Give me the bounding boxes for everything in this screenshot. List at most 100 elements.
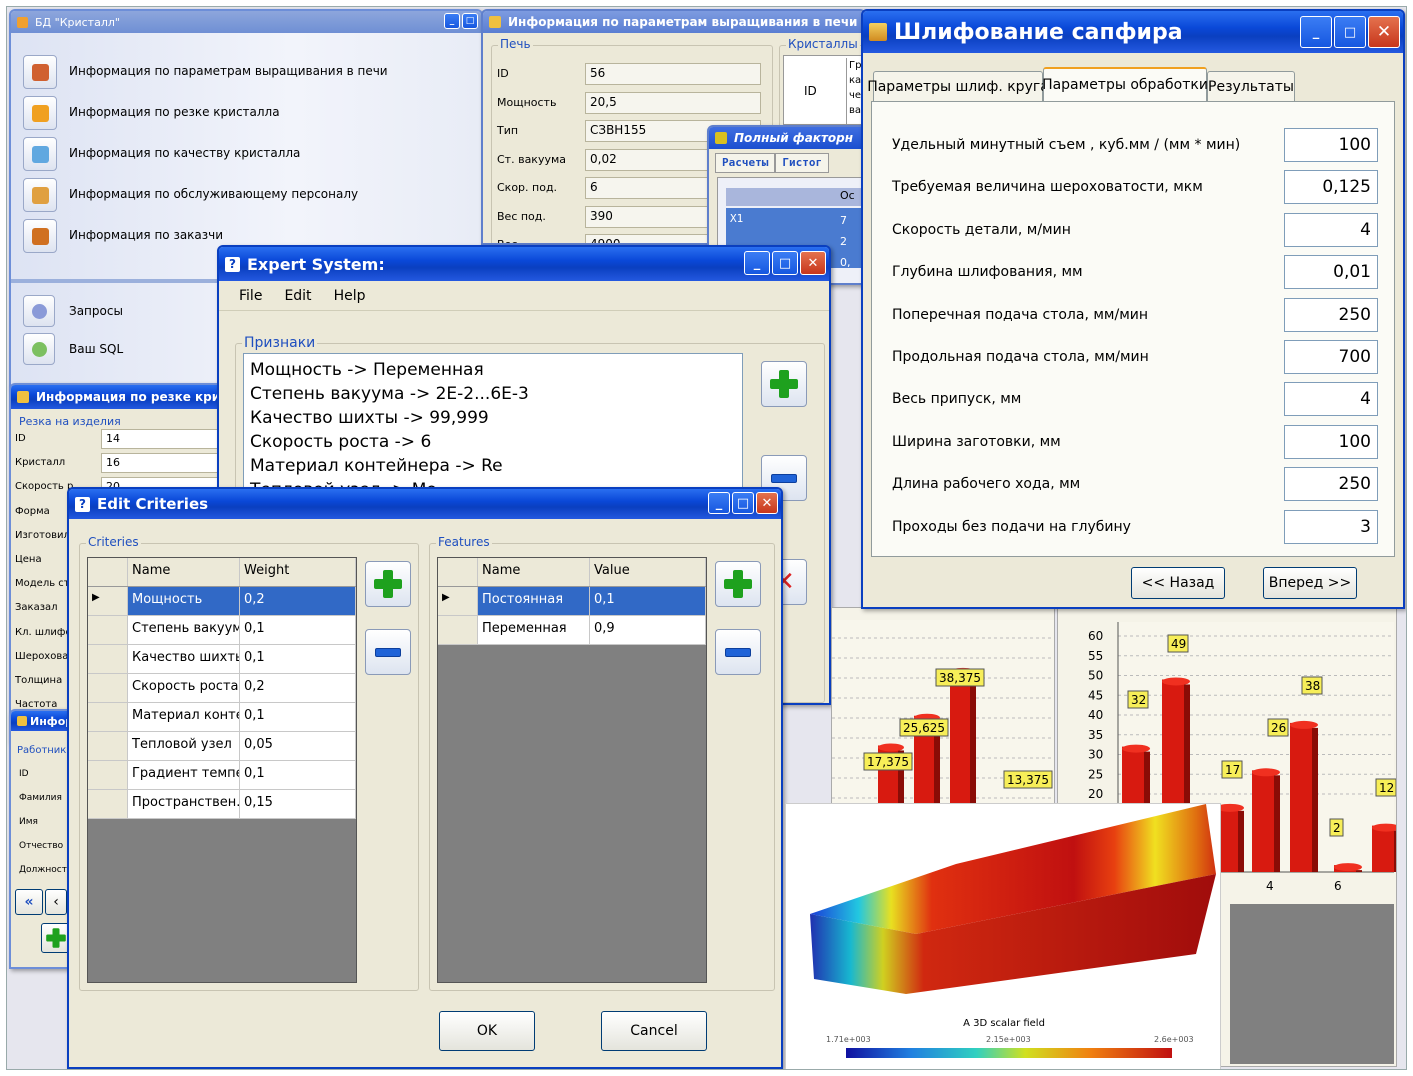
cutting-field-input[interactable]: 14: [101, 429, 231, 449]
grid-cell-value[interactable]: 0,1: [240, 761, 356, 789]
grid-row[interactable]: Материал конте...0,1: [88, 703, 356, 732]
remove-criterion-button[interactable]: [365, 629, 411, 675]
db-menu-item[interactable]: Информация по резке кристалла: [69, 105, 280, 119]
add-feature-button[interactable]: [761, 361, 807, 407]
menu-edit[interactable]: Edit: [284, 288, 311, 304]
grid-cell-name[interactable]: Тепловой узел: [128, 732, 240, 760]
feature-list-item[interactable]: Материал контейнера -> Re: [250, 454, 736, 478]
cutting-field-input[interactable]: 16: [101, 453, 231, 474]
remove-value-button[interactable]: [715, 629, 761, 675]
maximize-icon[interactable]: □: [772, 251, 798, 275]
grid-cell-name[interactable]: Качество шихты: [128, 645, 240, 673]
grid-col-header[interactable]: Weight: [240, 558, 356, 586]
db-query-item[interactable]: Запросы: [69, 304, 123, 318]
grid-cell-value[interactable]: 0,2: [240, 587, 356, 615]
grinding-param-input[interactable]: 0,01: [1284, 255, 1378, 290]
db-menu-item[interactable]: Информация по обслуживающему персоналу: [69, 187, 358, 201]
back-button[interactable]: << Назад: [1131, 567, 1225, 599]
grid-cell-name[interactable]: Градиент темпе...: [128, 761, 240, 789]
close-icon[interactable]: ✕: [1368, 16, 1400, 48]
grinding-param-input[interactable]: 100: [1284, 424, 1378, 459]
grid-row[interactable]: Степень вакуума 0,1: [88, 616, 356, 645]
factor-tab[interactable]: Расчеты: [715, 153, 776, 173]
grinding-tab[interactable]: Параметры обработки: [1042, 67, 1208, 101]
menu-file[interactable]: File: [239, 288, 262, 304]
grinding-param-input[interactable]: 4: [1284, 212, 1378, 247]
grid-row[interactable]: Пространствен... 0,15: [88, 790, 356, 819]
add-value-button[interactable]: [715, 561, 761, 607]
grid-cell-value[interactable]: 0,2: [240, 674, 356, 702]
customer-icon[interactable]: [23, 219, 57, 253]
grid-cell-name[interactable]: Переменная: [478, 616, 590, 644]
x-tick-label: 4: [1266, 879, 1274, 893]
grid-row[interactable]: ▶ Постоянная 0,1: [438, 587, 706, 616]
menu-help[interactable]: Help: [334, 288, 366, 304]
grid-col-header[interactable]: Name: [478, 558, 590, 586]
grid-cell-value[interactable]: 0,1: [240, 645, 356, 673]
grid-cell-name[interactable]: Пространствен...: [128, 790, 240, 818]
maximize-icon[interactable]: □: [732, 492, 754, 514]
grid-cell-name[interactable]: Скорость роста: [128, 674, 240, 702]
grinding-param-input[interactable]: 250: [1284, 467, 1378, 502]
first-record-button[interactable]: «: [15, 889, 43, 915]
factor-tab[interactable]: Гистог: [775, 153, 830, 173]
grid-cell-name[interactable]: Материал конте...: [128, 703, 240, 731]
grinding-param-input[interactable]: 3: [1284, 509, 1378, 544]
minimize-icon[interactable]: _: [1300, 16, 1332, 48]
grid-cell-name[interactable]: Постоянная: [478, 587, 590, 615]
grid-cell-value[interactable]: 0,1: [590, 587, 706, 615]
grid-cell-value[interactable]: 0,15: [240, 790, 356, 818]
ok-button[interactable]: OK: [439, 1011, 535, 1051]
grinding-param-input[interactable]: 250: [1284, 297, 1378, 332]
feature-list-item[interactable]: Степень вакуума -> 2E-2...6E-3: [250, 382, 736, 406]
grid-row[interactable]: Тепловой узел 0,05: [88, 732, 356, 761]
minimize-icon[interactable]: _: [744, 251, 770, 275]
minimize-icon[interactable]: _: [708, 492, 730, 514]
grid-row[interactable]: ▶ Мощность 0,2: [88, 587, 356, 616]
grid-cell-value[interactable]: 0,1: [240, 616, 356, 644]
grid-row[interactable]: Градиент темпе...0,1: [88, 761, 356, 790]
sql-icon[interactable]: [23, 333, 55, 365]
grinding-param-input[interactable]: 0,125: [1284, 170, 1378, 205]
grid-row[interactable]: Качество шихты 0,1: [88, 645, 356, 674]
grid-col-header[interactable]: Name: [128, 558, 240, 586]
prev-record-button[interactable]: ‹: [45, 889, 67, 915]
people-icon[interactable]: [23, 178, 57, 212]
grid-row[interactable]: Переменная 0,9: [438, 616, 706, 645]
grinding-param-input[interactable]: 4: [1284, 382, 1378, 417]
grinding-param-input[interactable]: 700: [1284, 340, 1378, 374]
next-button[interactable]: Вперед >>: [1263, 567, 1357, 599]
db-query-item[interactable]: Ваш SQL: [69, 342, 123, 356]
feature-list-item[interactable]: Мощность -> Переменная: [250, 358, 736, 382]
grid-row[interactable]: Скорость роста 0,2: [88, 674, 356, 703]
book-icon[interactable]: [23, 96, 57, 130]
maximize-icon[interactable]: □: [1334, 16, 1366, 48]
grid-col-header[interactable]: Value: [590, 558, 706, 586]
close-icon[interactable]: ✕: [800, 251, 826, 275]
minimize-icon[interactable]: _: [444, 13, 460, 29]
grid-cell-value[interactable]: 0,1: [240, 703, 356, 731]
field-tick-mid: 2.15e+003: [986, 1035, 1031, 1044]
grid-cell-name[interactable]: Степень вакуума: [128, 616, 240, 644]
add-criterion-button[interactable]: [365, 561, 411, 607]
db-menu-item[interactable]: Информация по заказчи: [69, 228, 223, 242]
close-icon[interactable]: ✕: [756, 492, 778, 514]
grinding-tab[interactable]: Параметры шлиф. круга: [867, 71, 1049, 101]
db-menu-item[interactable]: Информация по параметрам выращивания в п…: [69, 64, 388, 78]
feature-list-item[interactable]: Качество шихты -> 99,999: [250, 406, 736, 430]
growth-field-input[interactable]: 20,5: [585, 91, 761, 114]
grid-cell-value[interactable]: 0,9: [590, 616, 706, 644]
grinding-tab[interactable]: Результаты: [1207, 71, 1295, 101]
growth-field-input[interactable]: 56: [585, 63, 761, 85]
maximize-icon[interactable]: □: [462, 13, 478, 29]
query-icon[interactable]: [23, 295, 55, 327]
feature-list-item[interactable]: Скорость роста -> 6: [250, 430, 736, 454]
db-menu-item[interactable]: Информация по качеству кристалла: [69, 146, 300, 160]
cancel-button[interactable]: Cancel: [601, 1011, 707, 1051]
chart-bar-side: [1356, 870, 1362, 872]
grid-cell-value[interactable]: 0,05: [240, 732, 356, 760]
grid-cell-name[interactable]: Мощность: [128, 587, 240, 615]
crystal-icon[interactable]: [23, 137, 57, 171]
grinding-param-input[interactable]: 100: [1284, 128, 1378, 162]
furnace-icon[interactable]: [23, 55, 57, 89]
